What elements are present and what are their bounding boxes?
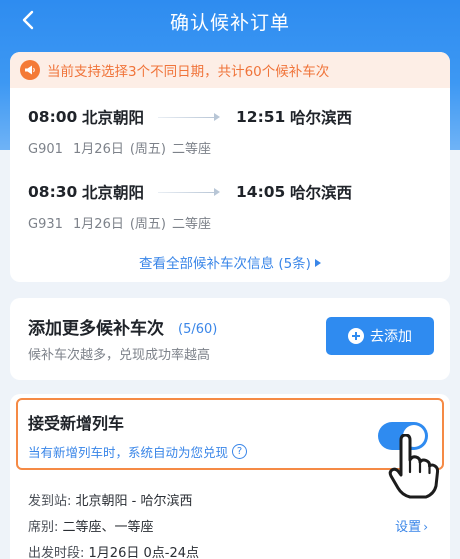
add-more-title-text: 添加更多候补车次 bbox=[28, 319, 164, 339]
depart-time: 08:30 bbox=[28, 183, 78, 201]
train-date: 1月26日 bbox=[73, 217, 124, 232]
train-number: G931 bbox=[28, 217, 63, 232]
train-list-card: 当前支持选择3个不同日期，共计60个候补车次 08:00 北京朝阳 12:51 … bbox=[10, 52, 450, 282]
arrow-right-icon bbox=[158, 187, 220, 197]
add-more-subtitle: 候补车次越多，兑现成功率越高 bbox=[28, 348, 211, 363]
time-detail: 出发时段: 1月26日 0点-24点 bbox=[28, 542, 199, 559]
accept-new-trains-subtitle: 当有新增列车时，系统自动为您兑现 ? bbox=[28, 442, 248, 461]
help-icon[interactable]: ? bbox=[232, 444, 248, 459]
arrive-time: 14:05 bbox=[236, 183, 286, 201]
arrive-station: 哈尔滨西 bbox=[290, 109, 353, 127]
add-train-button-label: 去添加 bbox=[370, 329, 412, 345]
add-more-title: 添加更多候补车次 (5/60) bbox=[28, 314, 217, 339]
notice-banner: 当前支持选择3个不同日期，共计60个候补车次 bbox=[10, 52, 450, 88]
pointing-hand-icon bbox=[388, 434, 440, 499]
nav-bar: 确认候补订单 bbox=[0, 0, 460, 46]
train-weekday: (周五) bbox=[129, 217, 167, 232]
seat-detail: 席别: 二等座、一等座 bbox=[28, 516, 154, 535]
accept-new-trains-option: 接受新增列车 当有新增列车时，系统自动为您兑现 ? bbox=[16, 398, 444, 470]
seat-value: 二等座、一等座 bbox=[62, 520, 154, 535]
arrive-station: 哈尔滨西 bbox=[290, 184, 353, 202]
plus-circle-icon bbox=[348, 328, 364, 344]
view-all-trains-link[interactable]: 查看全部候补车次信息 (5条) bbox=[10, 252, 450, 272]
settings-label: 设置 bbox=[395, 520, 422, 535]
train-item[interactable]: 08:30 北京朝阳 14:05 哈尔滨西 G931 1月26日 (周五) 二等座 bbox=[28, 179, 438, 232]
add-train-button[interactable]: 去添加 bbox=[326, 317, 434, 355]
accept-new-trains-title: 接受新增列车 bbox=[28, 414, 125, 433]
seat-label: 席别: bbox=[28, 520, 59, 535]
train-seat: 二等座 bbox=[172, 142, 212, 157]
page-title: 确认候补订单 bbox=[169, 12, 290, 34]
route-detail: 发到站: 北京朝阳 - 哈尔滨西 bbox=[28, 490, 193, 509]
view-all-label: 查看全部候补车次信息 (5条) bbox=[139, 256, 311, 272]
depart-station: 北京朝阳 bbox=[82, 184, 145, 202]
notice-text: 当前支持选择3个不同日期，共计60个候补车次 bbox=[47, 64, 330, 80]
train-number: G901 bbox=[28, 142, 63, 157]
route-value: 北京朝阳 - 哈尔滨西 bbox=[75, 494, 193, 509]
train-weekday: (周五) bbox=[129, 142, 167, 157]
route-label: 发到站: bbox=[28, 494, 72, 509]
train-date: 1月26日 bbox=[73, 142, 124, 157]
settings-link[interactable]: 设置 › bbox=[395, 516, 428, 535]
triangle-right-icon bbox=[314, 259, 321, 267]
add-more-count: (5/60) bbox=[178, 322, 218, 337]
megaphone-icon bbox=[20, 60, 40, 80]
depart-station: 北京朝阳 bbox=[82, 109, 145, 127]
depart-time: 08:00 bbox=[28, 108, 78, 126]
chevron-right-icon: › bbox=[423, 520, 428, 534]
train-seat: 二等座 bbox=[172, 217, 212, 232]
time-label: 出发时段: bbox=[28, 546, 85, 559]
accept-new-trains-desc: 当有新增列车时，系统自动为您兑现 bbox=[28, 445, 229, 460]
arrow-right-icon bbox=[158, 112, 220, 122]
add-more-card: 添加更多候补车次 (5/60) 候补车次越多，兑现成功率越高 去添加 bbox=[10, 298, 450, 380]
accept-new-trains-card: 接受新增列车 当有新增列车时，系统自动为您兑现 ? 发到站: 北京朝阳 - 哈尔… bbox=[10, 394, 450, 559]
arrive-time: 12:51 bbox=[236, 108, 286, 126]
train-item[interactable]: 08:00 北京朝阳 12:51 哈尔滨西 G901 1月26日 (周五) 二等座 bbox=[28, 104, 438, 157]
time-value: 1月26日 0点-24点 bbox=[88, 546, 199, 559]
